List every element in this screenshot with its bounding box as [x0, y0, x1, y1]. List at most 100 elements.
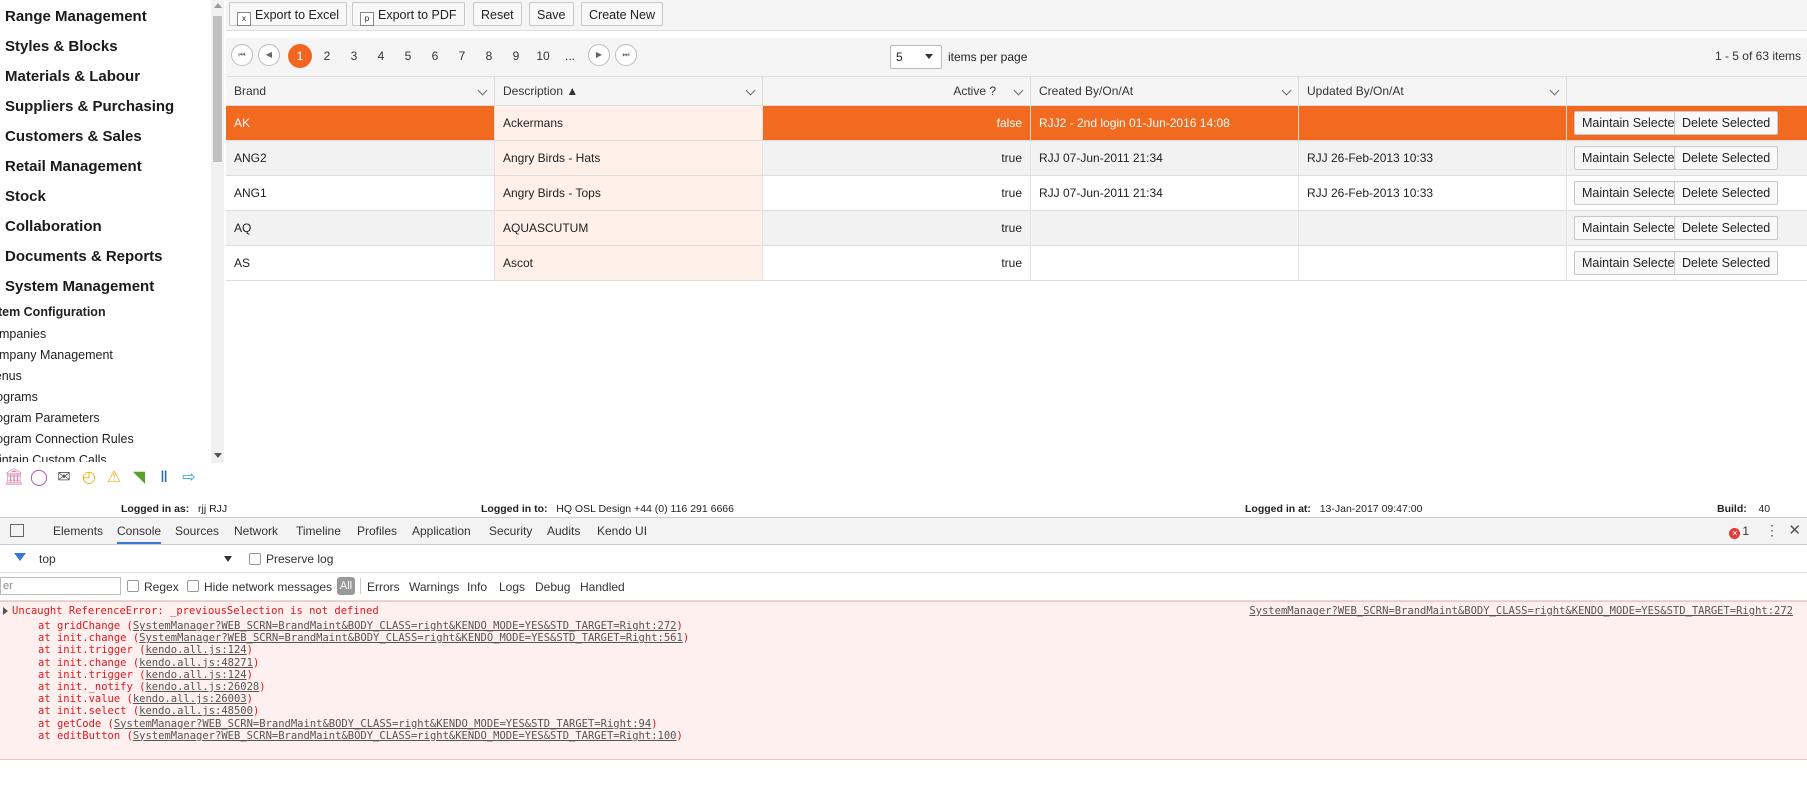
cell-brand[interactable]: ANG2: [226, 141, 494, 175]
submenu-item-programs[interactable]: rograms: [0, 388, 210, 409]
prev-page-icon[interactable]: ◀︎: [258, 44, 280, 66]
books-icon[interactable]: Ⅱ: [154, 467, 174, 487]
menu-item-suppliers-purchasing[interactable]: Suppliers & Purchasing: [0, 90, 210, 120]
tab-sources[interactable]: Sources: [175, 518, 219, 544]
rss-icon[interactable]: ◥: [129, 467, 149, 487]
maintain-selected-button[interactable]: Maintain Selected: [1574, 181, 1690, 205]
column-header-description[interactable]: Description ▲: [494, 77, 762, 105]
cell-created[interactable]: [1030, 211, 1298, 245]
scroll-down-icon[interactable]: [214, 453, 222, 458]
page-button[interactable]: 5: [396, 44, 420, 68]
column-menu-icon[interactable]: [1549, 85, 1560, 96]
delete-selected-button[interactable]: Delete Selected: [1674, 216, 1779, 240]
cell-description[interactable]: Ascot: [494, 246, 762, 280]
level-logs-button[interactable]: Logs: [499, 580, 525, 594]
tab-elements[interactable]: Elements: [53, 518, 103, 544]
level-warnings-button[interactable]: Warnings: [409, 580, 459, 594]
column-menu-icon[interactable]: [745, 85, 756, 96]
menu-item-customers-sales[interactable]: Customers & Sales: [0, 120, 210, 150]
chat-icon[interactable]: ◯: [29, 467, 49, 487]
page-button[interactable]: 7: [450, 44, 474, 68]
first-page-icon[interactable]: ⏮︎: [231, 44, 253, 66]
maintain-selected-button[interactable]: Maintain Selected: [1574, 111, 1690, 135]
stack-frame-link[interactable]: SystemManager?WEB_SCRN=BrandMaint&BODY_C…: [133, 620, 677, 632]
submenu-item-menus[interactable]: lenus: [0, 367, 210, 388]
tab-application[interactable]: Application: [412, 518, 471, 544]
sidebar-scrollbar[interactable]: [211, 0, 224, 463]
export-excel-button[interactable]: x Export to Excel: [229, 2, 348, 26]
column-menu-icon[interactable]: [477, 85, 488, 96]
close-icon[interactable]: ✕: [1788, 521, 1801, 539]
page-button[interactable]: 6: [423, 44, 447, 68]
logout-icon[interactable]: ⇨: [179, 467, 199, 487]
stack-frame-link[interactable]: kendo.all.js:48500: [139, 705, 253, 717]
table-row[interactable]: AS Ascot true Maintain Selected Delete Selec…: [226, 246, 1807, 281]
level-debug-button[interactable]: Debug: [535, 580, 570, 594]
delete-selected-button[interactable]: Delete Selected: [1674, 111, 1779, 135]
column-header-updated[interactable]: Updated By/On/At: [1298, 77, 1566, 105]
menu-item-system-management[interactable]: System Management: [0, 270, 210, 300]
cell-created[interactable]: RJJ 07-Jun-2011 21:34: [1030, 176, 1298, 210]
filter-icon[interactable]: [14, 553, 26, 561]
delete-selected-button[interactable]: Delete Selected: [1674, 181, 1779, 205]
page-button[interactable]: 1: [288, 44, 312, 68]
cell-active[interactable]: true: [762, 176, 1030, 210]
scrollbar-thumb[interactable]: [213, 16, 222, 162]
level-errors-button[interactable]: Errors: [367, 580, 400, 594]
tab-profiles[interactable]: Profiles: [357, 518, 397, 544]
column-header-brand[interactable]: Brand: [226, 77, 494, 105]
page-button[interactable]: 4: [369, 44, 393, 68]
cell-updated[interactable]: [1298, 106, 1566, 140]
cell-updated[interactable]: [1298, 211, 1566, 245]
error-count-badge[interactable]: ✕ 1: [1729, 524, 1749, 539]
expand-icon[interactable]: [3, 607, 8, 615]
stack-frame-link[interactable]: kendo.all.js:48271: [139, 657, 253, 669]
page-button[interactable]: 8: [477, 44, 501, 68]
save-button[interactable]: Save: [529, 2, 574, 26]
menu-item-styles-blocks[interactable]: Styles & Blocks: [0, 30, 210, 60]
table-row[interactable]: AK Ackermans false RJJ2 - 2nd login 01-Jun-…: [226, 106, 1807, 141]
context-select[interactable]: top: [39, 552, 56, 566]
level-info-button[interactable]: Info: [467, 580, 487, 594]
table-row[interactable]: ANG2 Angry Birds - Hats true RJJ 07-Jun-201…: [226, 141, 1807, 176]
hide-network-checkbox[interactable]: [187, 580, 199, 592]
cell-updated[interactable]: RJJ 26-Feb-2013 10:33: [1298, 141, 1566, 175]
cell-brand[interactable]: AQ: [226, 211, 494, 245]
cell-active[interactable]: true: [762, 211, 1030, 245]
cell-brand[interactable]: AS: [226, 246, 494, 280]
menu-item-stock[interactable]: Stock: [0, 180, 210, 210]
menu-item-collaboration[interactable]: Collaboration: [0, 210, 210, 240]
stack-frame-link[interactable]: SystemManager?WEB_SCRN=BrandMaint&BODY_C…: [133, 730, 677, 742]
cell-created[interactable]: RJJ2 - 2nd login 01-Jun-2016 14:08: [1030, 106, 1298, 140]
reset-button[interactable]: Reset: [473, 2, 522, 26]
maintain-selected-button[interactable]: Maintain Selected: [1574, 146, 1690, 170]
device-toggle-icon[interactable]: [10, 524, 24, 537]
submenu-item-company-management[interactable]: ompany Management: [0, 346, 210, 367]
cell-active[interactable]: true: [762, 141, 1030, 175]
regex-checkbox[interactable]: [127, 580, 139, 592]
column-menu-icon[interactable]: [1013, 85, 1024, 96]
level-all-button[interactable]: All: [337, 577, 355, 595]
cell-brand[interactable]: AK: [226, 106, 494, 140]
cell-brand[interactable]: ANG1: [226, 176, 494, 210]
cell-description[interactable]: Ackermans: [494, 106, 762, 140]
stack-frame-link[interactable]: kendo.all.js:124: [145, 644, 246, 656]
submenu-title[interactable]: stem Configuration: [0, 304, 210, 325]
console-filter-input[interactable]: er: [0, 577, 121, 595]
page-button[interactable]: 10: [531, 44, 555, 68]
menu-item-retail-management[interactable]: Retail Management: [0, 150, 210, 180]
tab-security[interactable]: Security: [489, 518, 532, 544]
column-header-active[interactable]: Active ?: [762, 77, 1030, 105]
stack-frame-link[interactable]: SystemManager?WEB_SCRN=BrandMaint&BODY_C…: [114, 718, 651, 730]
clock-icon[interactable]: ◴: [79, 467, 99, 487]
delete-selected-button[interactable]: Delete Selected: [1674, 251, 1779, 275]
submenu-item-companies[interactable]: ompanies: [0, 325, 210, 346]
next-page-icon[interactable]: ▶︎: [588, 44, 610, 66]
cell-description[interactable]: AQUASCUTUM: [494, 211, 762, 245]
more-options-icon[interactable]: ⋮: [1765, 522, 1779, 539]
tab-timeline[interactable]: Timeline: [296, 518, 341, 544]
tab-audits[interactable]: Audits: [547, 518, 580, 544]
page-button[interactable]: 2: [315, 44, 339, 68]
tab-console[interactable]: Console: [117, 518, 162, 544]
stack-frame-link[interactable]: kendo.all.js:26003: [133, 693, 247, 705]
